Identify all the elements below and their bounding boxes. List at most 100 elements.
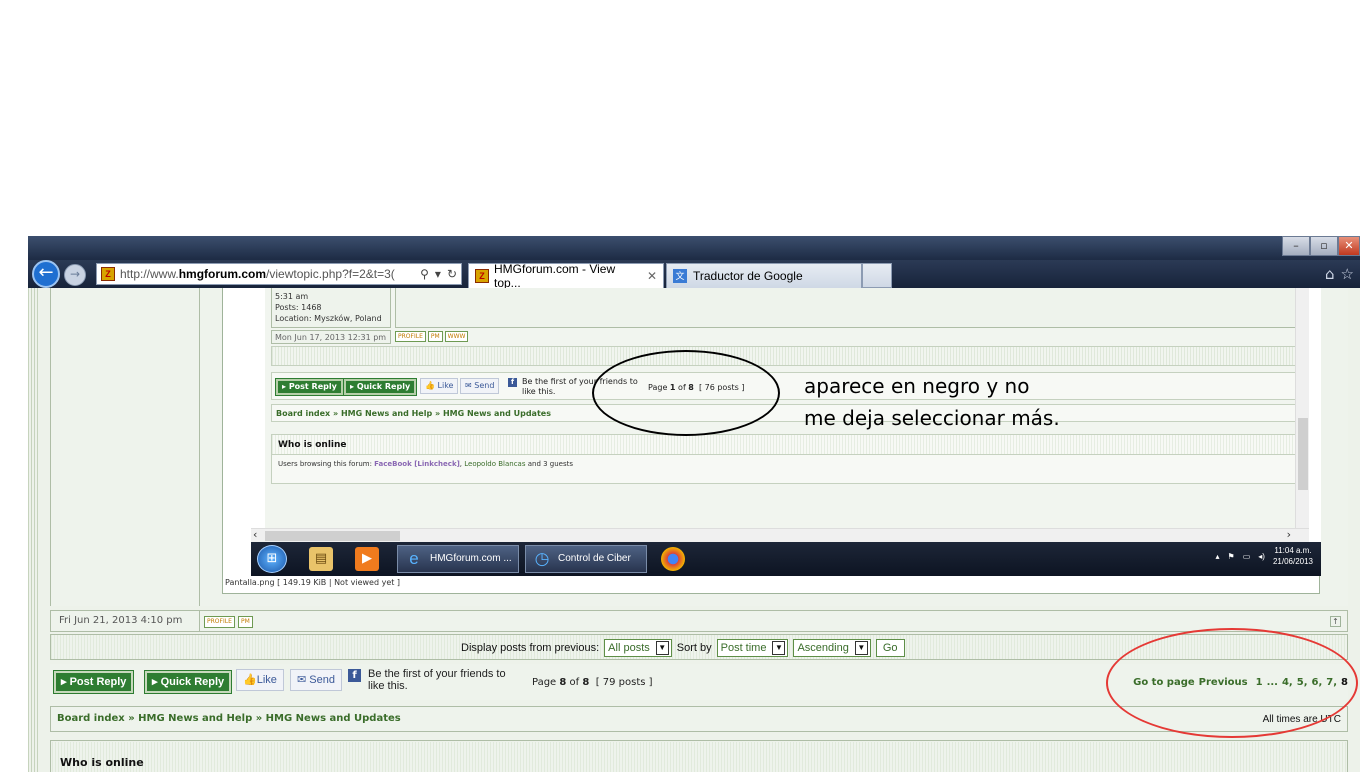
- screenshot-post-content: [395, 288, 1305, 328]
- address-tools: ⚲ ▾ ↻: [420, 267, 461, 281]
- chevron-down-icon: ▼: [772, 641, 786, 655]
- minimize-button[interactable]: –: [1282, 236, 1310, 256]
- chevron-down-icon: ▼: [854, 641, 868, 655]
- pm-button[interactable]: PM: [238, 616, 253, 628]
- search-icon[interactable]: ⚲: [420, 267, 429, 281]
- screenshot-post-date: Mon Jun 17, 2013 12:31 pm: [271, 330, 391, 344]
- screenshot-send-button: ✉ Send: [460, 378, 500, 394]
- post-buttons-bar: PROFILE PM ↑: [200, 610, 1348, 632]
- address-url[interactable]: http://www.hmgforum.com/viewtopic.php?f=…: [120, 267, 395, 281]
- volume-icon: ◂): [1258, 551, 1265, 561]
- go-button[interactable]: Go: [875, 639, 905, 657]
- screenshot-taskbar: ⊞ ▤ ▶ e HMGforum.com ... ◷ Control de Ci…: [251, 542, 1321, 590]
- annotation-text: aparece en negro y no me deja selecciona…: [804, 374, 1060, 430]
- tab-hmgforum[interactable]: Z HMGforum.com - View top... ✕: [468, 262, 664, 290]
- post-date: Fri Jun 21, 2013 4:10 pm: [50, 610, 200, 632]
- taskbar-task-ie: e HMGforum.com ...: [397, 545, 519, 573]
- period-select[interactable]: All posts ▼: [604, 639, 672, 657]
- sort-field-select[interactable]: Post time ▼: [716, 639, 789, 657]
- screenshot-vertical-scrollbar: [1295, 288, 1309, 528]
- screenshot-www-button: WWW: [444, 331, 469, 342]
- attachment-box: 5:31 am Posts: 1468 Location: Myszków, P…: [222, 288, 1321, 594]
- taskbar-task-ciber: ◷ Control de Ciber ...: [525, 545, 647, 590]
- screenshot-horizontal-scrollbar: ‹ ›: [251, 528, 1309, 542]
- tray-clock: 11:04 a.m. 21/06/2013: [1272, 546, 1313, 566]
- tab-label: HMGforum.com - View top...: [494, 262, 616, 290]
- screenshot-profile: 5:31 am Posts: 1468 Location: Myszków, P…: [271, 288, 391, 328]
- screenshot-hscroll-thumb: [265, 531, 400, 541]
- screenshot-who-is-online-title: Who is online: [272, 435, 1304, 455]
- facebook-icon: f: [348, 669, 361, 682]
- home-icon[interactable]: ⌂: [1325, 265, 1335, 283]
- flag-icon: ⚑: [1227, 551, 1235, 561]
- annotation-black-oval: [592, 350, 780, 436]
- post-reply-button[interactable]: ▸ Post Reply: [52, 670, 135, 694]
- sort-label: Sort by: [676, 642, 712, 654]
- system-tray: ▴ ⚑ ▭ ◂) 11:04 a.m. 21/06/2013: [1216, 545, 1313, 567]
- tab-close-icon[interactable]: ✕: [647, 269, 657, 283]
- who-is-online-title: Who is online: [52, 742, 1346, 772]
- window-titlebar: – ▫ ✕: [28, 236, 1360, 260]
- post-author-column: [50, 288, 200, 606]
- breadcrumb[interactable]: Board index » HMG News and Help » HMG Ne…: [57, 713, 401, 724]
- annotation-red-oval: [1106, 628, 1358, 738]
- thumbs-up-icon: 👍: [243, 674, 257, 686]
- address-bar[interactable]: Z http://www.hmgforum.com/viewtopic.php?…: [96, 263, 462, 285]
- tray-arrow-icon: ▴: [1215, 551, 1220, 561]
- back-arrow-icon: ←: [38, 262, 54, 283]
- display-options: Display posts from previous: All posts ▼ …: [461, 639, 905, 657]
- page-indicator: Page 8 of 8 [ 79 posts ]: [532, 677, 653, 688]
- screenshot-breadcrumb: Board index » HMG News and Help » HMG Ne…: [271, 404, 1305, 422]
- screenshot-action-bar: ▸ Post Reply ▸ Quick Reply 👍 Like ✉ Send…: [271, 372, 1305, 400]
- screenshot-who-is-online: Who is online Users browsing this forum:…: [271, 434, 1305, 484]
- screenshot-pm-button: PM: [427, 331, 443, 342]
- send-icon: ✉: [297, 674, 310, 686]
- clock-app-icon: ◷: [534, 549, 550, 568]
- screenshot-post-reply-button: ▸ Post Reply: [275, 378, 344, 396]
- display-label: Display posts from previous:: [461, 642, 600, 654]
- media-player-icon: ▶: [355, 547, 379, 571]
- scroll-right-icon: ›: [1286, 528, 1291, 541]
- who-is-online-section: Who is online: [50, 740, 1348, 772]
- forward-button[interactable]: →: [64, 264, 86, 286]
- quick-reply-button[interactable]: ▸ Quick Reply: [143, 670, 233, 694]
- refresh-icon[interactable]: ↻: [447, 267, 457, 281]
- chevron-down-icon: ▼: [655, 641, 669, 655]
- close-window-button[interactable]: ✕: [1338, 236, 1360, 256]
- browser-navbar: ← → Z http://www.hmgforum.com/viewtopic.…: [28, 260, 1360, 290]
- screenshot-like-button: 👍 Like: [420, 378, 459, 394]
- screenshot-users-browsing: Users browsing this forum: FaceBook [Lin…: [278, 460, 574, 468]
- forward-arrow-icon: →: [69, 267, 81, 281]
- network-icon: ▭: [1242, 551, 1251, 561]
- post-body: 5:31 am Posts: 1468 Location: Myszków, P…: [200, 288, 1348, 606]
- fb-social-text: Be the first of your friends to like this…: [368, 668, 506, 692]
- dropdown-arrow-icon[interactable]: ▾: [435, 267, 441, 281]
- sort-order-select[interactable]: Ascending ▼: [793, 639, 871, 657]
- page-left-border: [28, 288, 38, 772]
- back-button[interactable]: ←: [32, 260, 60, 288]
- site-favicon-icon: Z: [101, 267, 115, 281]
- screenshot-profile-button: PROFILE: [395, 331, 426, 342]
- favorites-star-icon[interactable]: ☆: [1341, 265, 1354, 283]
- translate-icon: 文: [673, 269, 687, 283]
- like-button[interactable]: 👍Like: [236, 669, 284, 691]
- window-controls: – ▫ ✕: [1282, 236, 1360, 256]
- top-of-page-icon[interactable]: ↑: [1330, 616, 1341, 627]
- tab-google-translate[interactable]: 文 Traductor de Google: [666, 263, 862, 288]
- maximize-button[interactable]: ▫: [1310, 236, 1338, 256]
- new-tab-button[interactable]: [862, 263, 892, 288]
- screenshot-scroll-thumb: [1298, 418, 1308, 490]
- profile-button[interactable]: PROFILE: [204, 616, 235, 628]
- screenshot-divider: [271, 346, 1305, 366]
- facebook-icon: f: [508, 378, 517, 387]
- chrome-icon: [661, 547, 685, 571]
- windows-start-icon: ⊞: [257, 545, 287, 573]
- screenshot-post-buttons: PROFILE PM WWW: [395, 331, 469, 342]
- send-button[interactable]: ✉ Send: [290, 669, 342, 691]
- scroll-left-icon: ‹: [253, 528, 258, 541]
- browser-right-tools: ⌂ ☆: [1325, 265, 1354, 283]
- screenshot-quick-reply-button: ▸ Quick Reply: [342, 378, 418, 396]
- internet-explorer-icon: e: [409, 549, 419, 568]
- screenshot-forum-area: 5:31 am Posts: 1468 Location: Myszków, P…: [265, 288, 1309, 528]
- folder-icon: ▤: [309, 547, 333, 571]
